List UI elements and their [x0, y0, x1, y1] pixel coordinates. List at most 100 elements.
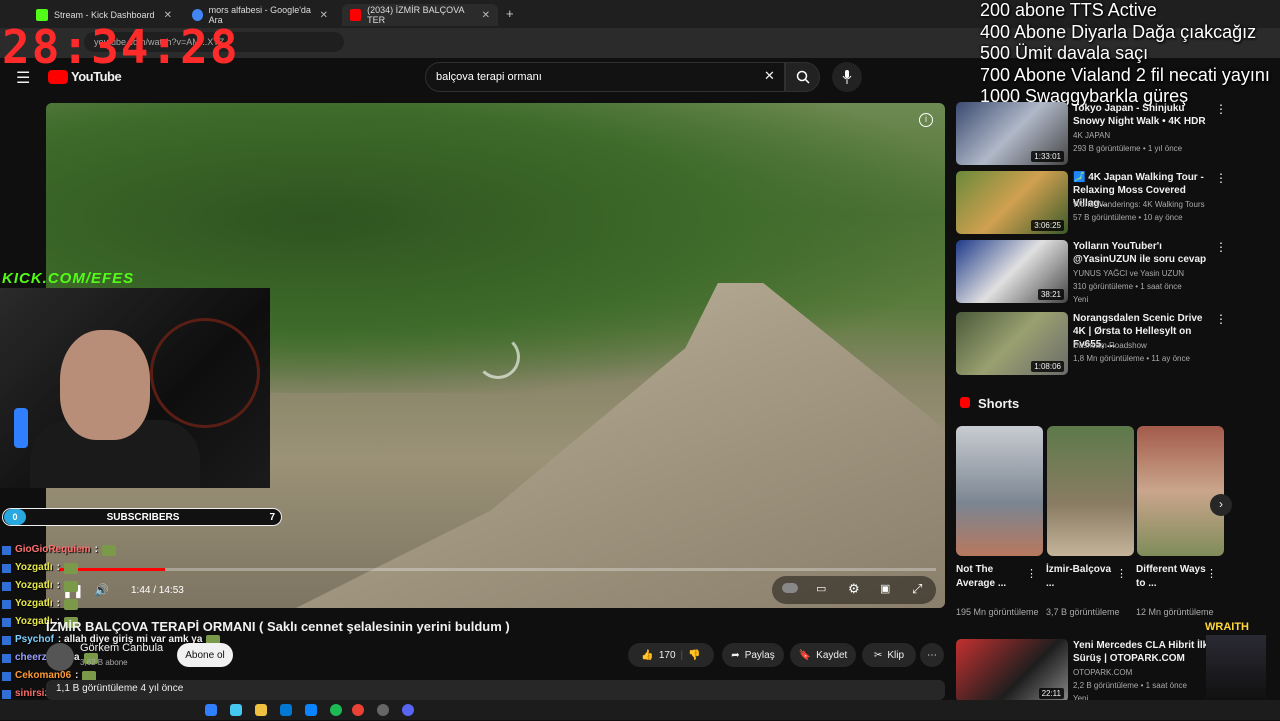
subscribe-button[interactable]: Abone ol — [177, 643, 233, 667]
wraith-label: WRAITH — [1205, 621, 1249, 633]
video-thumbnail: 1:33:01 — [956, 102, 1068, 165]
spotify-icon[interactable] — [330, 704, 342, 716]
short-title[interactable]: Different Ways to ... — [1136, 563, 1206, 591]
info-icon[interactable]: i — [919, 113, 933, 127]
dislike-icon: 👎 — [688, 649, 701, 661]
more-options-icon[interactable]: ⋮ — [1215, 102, 1227, 116]
more-options-icon[interactable]: ⋮ — [1206, 567, 1217, 580]
more-actions-button[interactable]: ⋯ — [920, 643, 944, 667]
miniplayer-icon[interactable]: ▣ — [880, 582, 890, 595]
search-button[interactable] — [785, 62, 820, 92]
file-explorer-icon[interactable] — [255, 704, 267, 716]
chat-message: Yozgatlı: — [2, 595, 220, 613]
short-thumbnail[interactable] — [1047, 426, 1134, 556]
short-views: 195 Mn görüntüleme — [956, 607, 1039, 617]
clip-button[interactable]: ✂ Klip — [862, 643, 916, 667]
chat-message: Yozgatlı: — [2, 577, 220, 595]
recommended-video[interactable]: 1:33:01 Tokyo Japan - Shinjuku Snowy Nigh… — [955, 102, 1275, 168]
chat-emote-icon — [63, 562, 78, 574]
close-icon[interactable]: ✕ — [320, 10, 328, 21]
chat-emote-icon — [63, 580, 78, 592]
search-input[interactable]: balçova terapi ormanı — [425, 62, 785, 92]
more-options-icon[interactable]: ⋮ — [1215, 171, 1227, 185]
photos-icon[interactable] — [230, 704, 242, 716]
chat-message: GioGioRequiem: — [2, 541, 220, 559]
short-views: 3,7 B görüntüleme — [1046, 607, 1120, 617]
chat-username: GioGioRequiem — [15, 544, 91, 555]
recommended-video[interactable]: 38:21 Yolların YouTuber'ı @YasinUZUN ile … — [955, 240, 1275, 306]
subscriber-goal-bar: 0 SUBSCRIBERS 7 — [2, 508, 282, 526]
chat-badge-icon — [2, 563, 11, 573]
edge-icon[interactable] — [205, 704, 217, 716]
chat-text: : — [56, 562, 60, 573]
kick-channel-label: KICK.COM/EFES — [2, 270, 135, 287]
description-box[interactable]: 1,1 B görüntüleme 4 yıl önce — [46, 680, 945, 700]
webcam-person-face — [60, 330, 150, 440]
more-options-icon[interactable]: ⋮ — [1215, 312, 1227, 326]
chat-badge-icon — [2, 689, 11, 699]
short-title[interactable]: İzmir-Balçova ... — [1046, 563, 1116, 591]
video-thumbnail: 22:11 — [956, 639, 1068, 702]
background-wheel — [150, 318, 260, 428]
video-thumbnail: 38:21 — [956, 240, 1068, 303]
close-icon[interactable]: ✕ — [482, 10, 490, 21]
chat-text: : — [56, 598, 60, 609]
discord-icon[interactable] — [402, 704, 414, 716]
short-title[interactable]: Not The Average ... — [956, 563, 1026, 591]
share-icon: ➦ — [731, 649, 740, 661]
shorts-heading: Shorts — [978, 396, 1020, 411]
new-tab-button[interactable]: + — [506, 6, 514, 21]
chat-message: Yozgatlı: — [2, 559, 220, 577]
mic-icon — [842, 70, 852, 84]
subtitles-icon[interactable]: ▭ — [816, 582, 826, 595]
chat-emote-icon — [101, 544, 116, 556]
settings-icon[interactable]: ⚙ — [848, 581, 860, 597]
short-thumbnail[interactable] — [1137, 426, 1224, 556]
fullscreen-icon[interactable]: ⤢ — [912, 581, 922, 597]
scissors-icon: ✂ — [873, 649, 883, 661]
more-options-icon[interactable]: ⋮ — [1215, 240, 1227, 254]
autoplay-toggle[interactable] — [782, 583, 798, 593]
save-button[interactable]: 🔖 Kaydet — [790, 643, 856, 667]
more-options-icon[interactable]: ⋮ — [1116, 567, 1127, 580]
chat-emote-icon — [63, 598, 78, 610]
shorts-icon — [960, 397, 970, 408]
store-icon[interactable] — [305, 704, 317, 716]
video-title: İZMİR BALÇOVA TERAPİ ORMANI ( Saklı cenn… — [46, 619, 510, 634]
more-options-icon[interactable]: ⋮ — [1026, 567, 1037, 580]
bookmark-icon: 🔖 — [798, 649, 812, 661]
webcam-feed — [0, 288, 270, 488]
obs-icon[interactable] — [377, 704, 389, 716]
youtube-icon — [350, 9, 362, 21]
mail-icon[interactable] — [280, 704, 292, 716]
loading-spinner — [476, 335, 520, 379]
clear-search-icon[interactable]: ✕ — [764, 68, 775, 84]
microphone-light — [14, 408, 28, 448]
voice-search-button[interactable] — [832, 62, 862, 92]
recommended-video[interactable]: 3:06:25 🗾 4K Japan Walking Tour - Relaxin… — [955, 171, 1275, 237]
chat-username: Yozgatlı — [15, 598, 53, 609]
share-button[interactable]: ➦ Paylaş — [722, 643, 784, 667]
close-icon[interactable]: ✕ — [164, 10, 172, 21]
chat-badge-icon — [2, 545, 11, 555]
channel-avatar[interactable] — [46, 643, 74, 671]
chrome-icon[interactable] — [352, 704, 364, 716]
shorts-next-button[interactable]: › — [1210, 494, 1232, 516]
chat-username: Yozgatlı — [15, 562, 53, 573]
short-views: 12 Mn görüntüleme — [1136, 607, 1214, 617]
chat-badge-icon — [2, 581, 11, 591]
short-thumbnail[interactable] — [956, 426, 1043, 556]
tab-youtube-video[interactable]: (2034) İZMİR BALÇOVA TER ✕ — [342, 4, 498, 26]
windows-taskbar — [0, 700, 1280, 720]
chat-badge-icon — [2, 617, 11, 627]
sub-goals: 200 abone TTS Active 400 Abone Diyarla D… — [980, 0, 1270, 106]
channel-subscribers: 3,62 B abone — [80, 658, 128, 667]
chat-text: : — [56, 580, 60, 591]
stream-timer: 28:34:28 — [2, 20, 240, 74]
channel-name[interactable]: Görkem Canbula — [80, 642, 163, 654]
like-button[interactable]: 👍 170 | 👎 — [628, 643, 714, 667]
recommended-video[interactable]: 1:08:06 Norangsdalen Scenic Drive 4K | Ør… — [955, 312, 1275, 378]
like-icon: 👍 — [641, 649, 654, 661]
video-thumbnail: 1:08:06 — [956, 312, 1068, 375]
chat-badge-icon — [2, 653, 11, 663]
